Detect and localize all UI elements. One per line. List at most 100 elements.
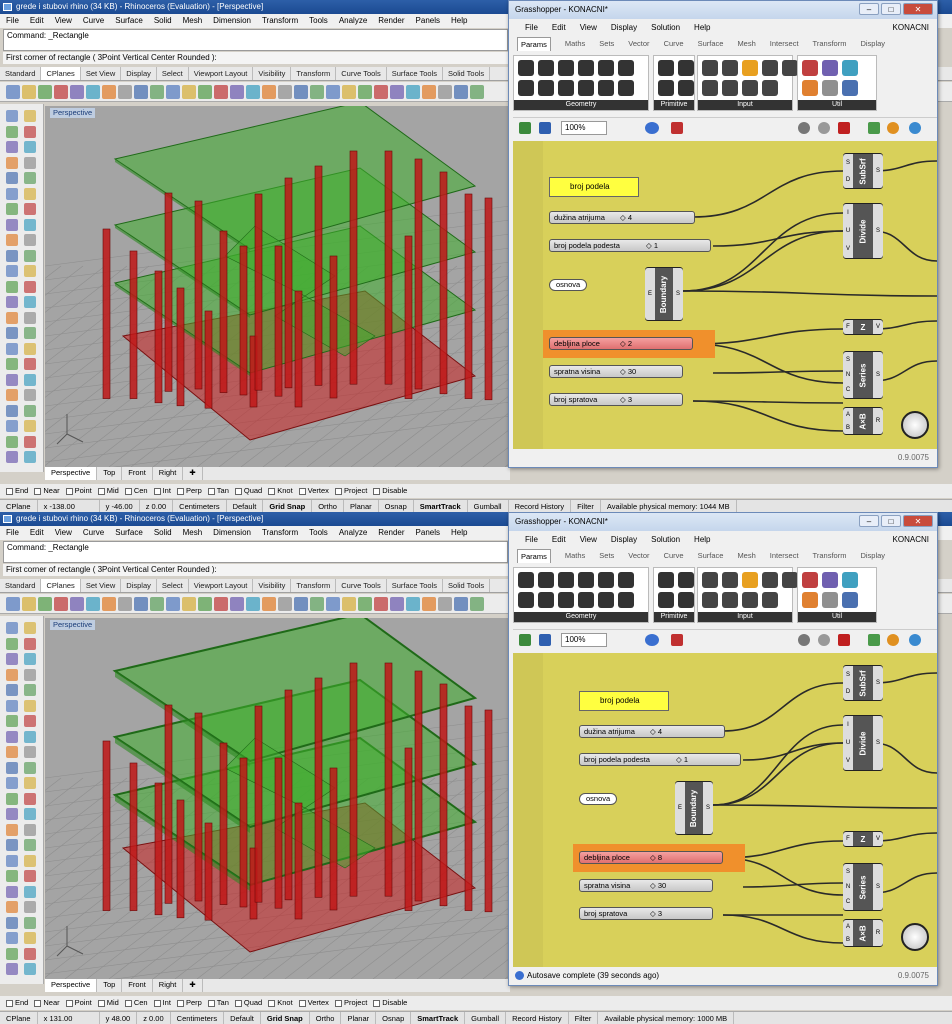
output-port[interactable]: R <box>876 930 880 936</box>
gh-component-icon[interactable] <box>782 60 798 76</box>
gh-component-icon[interactable] <box>722 572 738 588</box>
input-port[interactable]: S <box>846 357 850 363</box>
input-port[interactable]: F <box>846 836 850 842</box>
checkbox-icon[interactable] <box>124 487 132 495</box>
input-port[interactable]: U <box>846 740 850 746</box>
component-inputs[interactable]: I U V <box>843 716 853 770</box>
gh-component-icon[interactable] <box>578 592 594 608</box>
rhino-menu-item[interactable]: Edit <box>30 14 44 28</box>
toolbar-button-icon[interactable] <box>406 597 420 611</box>
tool-icon[interactable] <box>24 451 36 463</box>
input-port[interactable]: I <box>847 722 849 728</box>
input-port[interactable]: S <box>846 160 850 166</box>
component-inputs[interactable]: F <box>843 832 853 846</box>
toolbar-button-icon[interactable] <box>22 85 36 99</box>
tool-icon[interactable] <box>6 296 18 308</box>
gh-component-icon[interactable] <box>762 592 778 608</box>
toolbar-tab[interactable]: Visibility <box>253 67 292 80</box>
tool-icon[interactable] <box>6 792 18 805</box>
number-slider[interactable]: dužina atrijuma ◇ 4 <box>579 725 725 738</box>
input-port[interactable]: N <box>846 884 850 890</box>
toolbar-button-icon[interactable] <box>54 597 68 611</box>
gh-tab[interactable]: Surface <box>698 549 724 563</box>
component-series[interactable]: S N C Series S <box>843 351 883 399</box>
gh-menu-item[interactable]: Display <box>611 533 637 547</box>
number-slider[interactable]: broj podela podesta ◇ 1 <box>579 753 741 766</box>
tool-icon[interactable] <box>24 110 36 122</box>
toolbar-button-icon[interactable] <box>326 85 340 99</box>
gh-tab[interactable]: Vector <box>628 37 649 51</box>
component-outputs[interactable]: S <box>873 352 883 398</box>
command-prompt[interactable]: First corner of rectangle ( 3Point Verti… <box>3 52 508 64</box>
toolbar-button-icon[interactable] <box>278 85 292 99</box>
tool-icon[interactable] <box>24 916 36 929</box>
tool-icon[interactable] <box>6 777 18 789</box>
toolbar-tab[interactable]: Curve Tools <box>336 579 387 592</box>
toolbar-button-icon[interactable] <box>454 597 468 611</box>
input-port[interactable]: U <box>846 228 850 234</box>
rhino-menu-item[interactable]: Mesh <box>183 14 203 28</box>
rhino-menu-item[interactable]: Curve <box>83 14 104 28</box>
minimize-icon[interactable]: – <box>859 515 879 527</box>
tool-icon[interactable] <box>6 901 18 913</box>
gh-component-icon[interactable] <box>742 80 758 96</box>
gh-component-icon[interactable] <box>578 572 594 588</box>
gh-component-icon[interactable] <box>598 592 614 608</box>
toolbar-tab[interactable]: Set View <box>81 579 122 592</box>
gh-group-title[interactable]: Geometry <box>514 612 648 622</box>
toolbar-tab[interactable]: Transform <box>291 67 337 80</box>
number-slider[interactable]: broj podela podesta ◇ 1 <box>549 239 711 252</box>
tool-icon[interactable] <box>24 156 36 169</box>
input-port[interactable]: S <box>846 672 850 678</box>
tool-icon[interactable] <box>6 420 18 432</box>
tool-icon[interactable] <box>6 761 18 774</box>
toolbar-button-icon[interactable] <box>70 85 84 99</box>
checkbox-icon[interactable] <box>268 999 276 1007</box>
gh-tab[interactable]: Maths <box>565 37 585 51</box>
tool-icon[interactable] <box>24 901 36 913</box>
slider-handle-icon[interactable]: ◇ <box>650 853 658 862</box>
input-port[interactable]: D <box>846 689 850 695</box>
gh-tab[interactable]: Display <box>860 37 885 51</box>
gh-group-title[interactable]: Input <box>698 100 792 110</box>
toolbar-button-icon[interactable] <box>310 85 324 99</box>
tool-icon[interactable] <box>24 699 36 712</box>
toolbar-button-icon[interactable] <box>118 597 132 611</box>
tool-icon[interactable] <box>24 311 36 324</box>
save-file-icon[interactable] <box>539 634 551 646</box>
open-file-icon[interactable] <box>519 634 531 646</box>
toolbar-tab[interactable]: CPlanes <box>41 579 81 592</box>
toolbar-button-icon[interactable] <box>86 85 100 99</box>
tool-icon[interactable] <box>24 668 36 681</box>
tool-icon[interactable] <box>24 947 36 960</box>
status-osnap[interactable]: Osnap <box>379 500 414 512</box>
viewport-tab[interactable]: Perspective <box>45 979 98 992</box>
rhino-menu-item[interactable]: File <box>6 526 19 540</box>
input-port[interactable]: B <box>846 425 850 431</box>
toolbar-tab[interactable]: Set View <box>81 67 122 80</box>
rhino-menu-item[interactable]: Solid <box>154 14 172 28</box>
rhino-menu-item[interactable]: File <box>6 14 19 28</box>
tool-icon[interactable] <box>6 218 18 231</box>
viewport-tab[interactable]: Right <box>153 467 184 480</box>
component-outputs[interactable]: S <box>873 666 883 700</box>
toolbar-button-icon[interactable] <box>54 85 68 99</box>
mesh-quality-icon[interactable] <box>887 634 899 646</box>
gh-component-icon[interactable] <box>678 572 694 588</box>
gh-tab[interactable]: Params <box>517 37 551 51</box>
gh-component-icon[interactable] <box>842 80 858 96</box>
gh-component-icon[interactable] <box>618 592 634 608</box>
output-port[interactable]: S <box>876 372 880 378</box>
status-grid[interactable]: Grid Snap <box>263 500 313 512</box>
number-slider[interactable]: debljina ploce ◇ 8 <box>579 851 723 864</box>
checkbox-icon[interactable] <box>65 999 73 1007</box>
gh-menu-item[interactable]: View <box>580 21 597 35</box>
toolbar-button-icon[interactable] <box>86 597 100 611</box>
component-outputs[interactable]: S <box>873 716 883 770</box>
viewport-tab[interactable]: Perspective <box>45 467 98 480</box>
gh-component-icon[interactable] <box>702 592 718 608</box>
gh-component-icon[interactable] <box>822 60 838 76</box>
viewport-tab[interactable]: Right <box>153 979 184 992</box>
tool-icon[interactable] <box>6 823 18 836</box>
viewport-tab[interactable]: Top <box>97 979 123 992</box>
